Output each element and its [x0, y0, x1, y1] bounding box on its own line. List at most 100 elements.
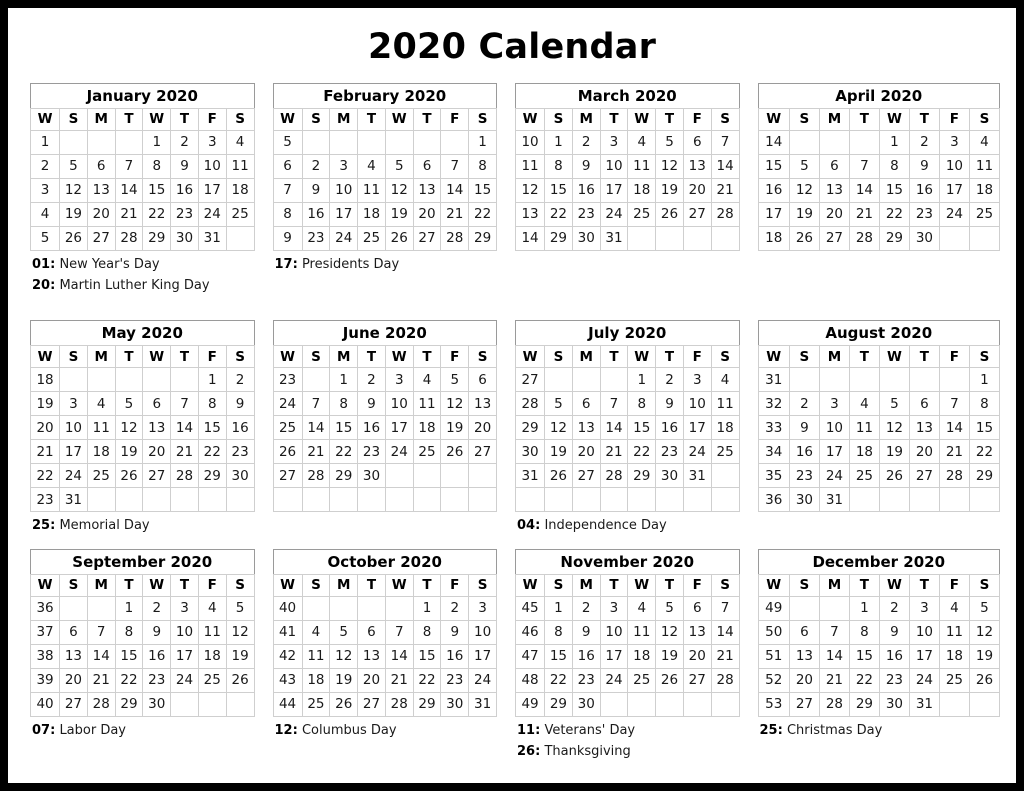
day-cell[interactable]: 6 [412, 153, 442, 179]
day-cell[interactable]: 17 [599, 177, 629, 203]
day-cell[interactable]: 30 [170, 225, 199, 251]
day-cell[interactable]: 9 [908, 153, 940, 179]
day-cell[interactable]: 15 [197, 415, 227, 441]
holiday-day-cell[interactable]: 1 [142, 129, 172, 155]
day-cell[interactable]: 29 [878, 225, 910, 251]
day-cell[interactable]: 27 [682, 201, 712, 227]
day-cell[interactable]: 5 [384, 153, 414, 179]
day-cell[interactable]: 16 [878, 643, 910, 669]
day-cell[interactable]: 20 [818, 201, 850, 227]
day-cell[interactable]: 8 [412, 619, 442, 645]
day-cell[interactable]: 26 [788, 225, 820, 251]
day-cell[interactable]: 23 [301, 225, 331, 251]
day-cell[interactable]: 30 [655, 463, 684, 489]
day-cell[interactable]: 13 [818, 177, 850, 203]
day-cell[interactable]: 20 [908, 439, 940, 465]
day-cell[interactable]: 11 [225, 153, 255, 179]
day-cell[interactable]: 26 [225, 667, 255, 693]
day-cell[interactable]: 3 [468, 595, 497, 621]
day-cell[interactable]: 7 [384, 619, 414, 645]
day-cell[interactable]: 1 [544, 129, 573, 155]
day-cell[interactable]: 1 [848, 595, 880, 621]
day-cell[interactable]: 17 [384, 415, 414, 441]
day-cell[interactable]: 30 [440, 691, 470, 717]
day-cell[interactable]: 28 [599, 463, 629, 489]
day-cell[interactable]: 20 [788, 667, 820, 693]
day-cell[interactable]: 31 [682, 463, 712, 489]
day-cell[interactable]: 13 [682, 153, 712, 179]
day-cell[interactable]: 19 [225, 643, 255, 669]
day-cell[interactable]: 21 [818, 667, 850, 693]
day-cell[interactable]: 29 [544, 225, 573, 251]
day-cell[interactable]: 11 [357, 177, 386, 203]
day-cell[interactable]: 7 [710, 595, 740, 621]
day-cell[interactable]: 9 [301, 177, 331, 203]
day-cell[interactable]: 13 [908, 415, 940, 441]
day-cell[interactable]: 6 [468, 367, 497, 393]
day-cell[interactable]: 1 [329, 367, 359, 393]
day-cell[interactable]: 2 [170, 129, 199, 155]
day-cell[interactable]: 4 [968, 129, 1001, 155]
day-cell[interactable]: 11 [86, 415, 116, 441]
day-cell[interactable]: 15 [878, 177, 910, 203]
day-cell[interactable]: 23 [571, 667, 601, 693]
day-cell[interactable]: 19 [59, 201, 88, 227]
day-cell[interactable]: 14 [170, 415, 199, 441]
day-cell[interactable]: 29 [544, 691, 573, 717]
day-cell[interactable]: 21 [440, 201, 470, 227]
day-cell[interactable]: 15 [114, 643, 144, 669]
day-cell[interactable]: 28 [710, 201, 740, 227]
day-cell[interactable]: 16 [225, 415, 255, 441]
day-cell[interactable]: 5 [59, 153, 88, 179]
day-cell[interactable]: 27 [818, 225, 850, 251]
day-cell[interactable]: 17 [818, 439, 850, 465]
day-cell[interactable]: 11 [968, 153, 1001, 179]
day-cell[interactable]: 16 [655, 415, 684, 441]
day-cell[interactable]: 23 [788, 463, 820, 489]
day-cell[interactable]: 24 [818, 463, 850, 489]
day-cell[interactable]: 18 [627, 643, 657, 669]
day-cell[interactable]: 19 [329, 667, 359, 693]
day-cell[interactable]: 16 [440, 643, 470, 669]
day-cell[interactable]: 24 [59, 463, 88, 489]
day-cell[interactable]: 8 [114, 619, 144, 645]
day-cell[interactable]: 4 [938, 595, 970, 621]
day-cell[interactable]: 2 [788, 391, 820, 417]
day-cell[interactable]: 19 [655, 643, 684, 669]
day-cell[interactable]: 6 [908, 391, 940, 417]
day-cell[interactable]: 27 [59, 691, 88, 717]
day-cell[interactable]: 26 [968, 667, 1001, 693]
day-cell[interactable]: 18 [848, 439, 880, 465]
day-cell[interactable]: 28 [86, 691, 116, 717]
day-cell[interactable]: 4 [301, 619, 331, 645]
day-cell[interactable]: 12 [225, 619, 255, 645]
day-cell[interactable]: 26 [59, 225, 88, 251]
day-cell[interactable]: 10 [682, 391, 712, 417]
day-cell[interactable]: 6 [818, 153, 850, 179]
day-cell[interactable]: 23 [655, 439, 684, 465]
day-cell[interactable]: 1 [878, 129, 910, 155]
day-cell[interactable]: 2 [440, 595, 470, 621]
day-cell[interactable]: 6 [682, 595, 712, 621]
day-cell[interactable]: 11 [412, 391, 442, 417]
day-cell[interactable]: 2 [357, 367, 386, 393]
day-cell[interactable]: 30 [571, 225, 601, 251]
day-cell[interactable]: 26 [544, 463, 573, 489]
day-cell[interactable]: 3 [384, 367, 414, 393]
day-cell[interactable]: 15 [329, 415, 359, 441]
day-cell[interactable]: 12 [878, 415, 910, 441]
day-cell[interactable]: 16 [908, 177, 940, 203]
day-cell[interactable]: 13 [86, 177, 116, 203]
day-cell[interactable]: 4 [848, 391, 880, 417]
day-cell[interactable]: 2 [908, 129, 940, 155]
day-cell[interactable]: 9 [142, 619, 172, 645]
day-cell[interactable]: 21 [710, 643, 740, 669]
day-cell[interactable]: 12 [384, 177, 414, 203]
day-cell[interactable]: 3 [599, 595, 629, 621]
day-cell[interactable]: 28 [301, 463, 331, 489]
day-cell[interactable]: 19 [788, 201, 820, 227]
day-cell[interactable]: 21 [170, 439, 199, 465]
day-cell[interactable]: 21 [114, 201, 144, 227]
day-cell[interactable]: 2 [878, 595, 910, 621]
day-cell[interactable]: 7 [938, 391, 970, 417]
